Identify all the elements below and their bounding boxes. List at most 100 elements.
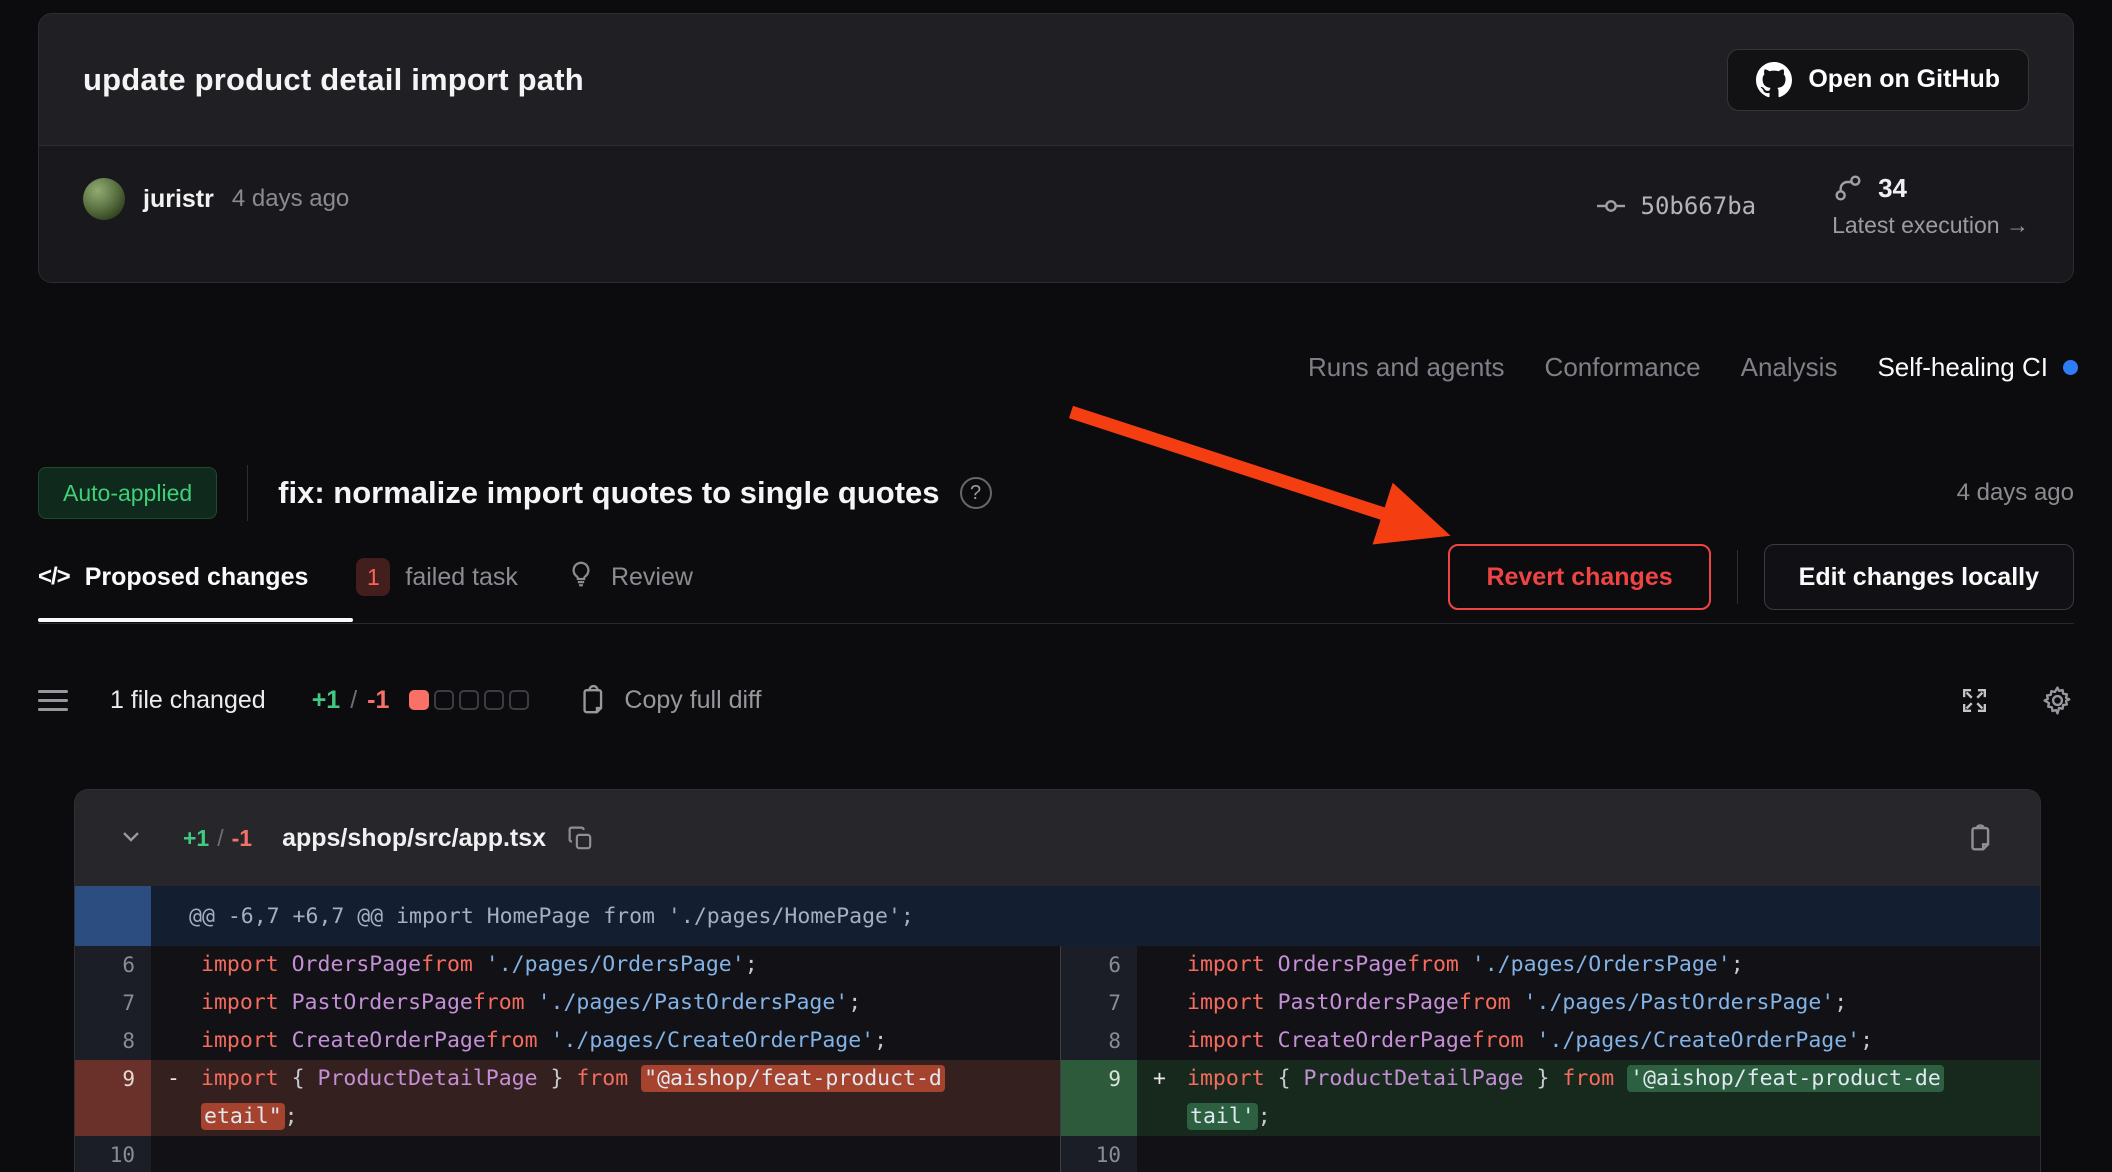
copy-path-icon[interactable] — [566, 824, 595, 853]
file-name: apps/shop/src/app.tsx — [282, 824, 546, 853]
line-number: 8 — [75, 1022, 151, 1060]
diff-pane-left: 6import OrdersPagefrom './pages/OrdersPa… — [75, 946, 1060, 1172]
diff-panes: 6import OrdersPagefrom './pages/OrdersPa… — [75, 946, 2040, 1172]
line-number: 6 — [75, 946, 151, 984]
code-line: import PastOrdersPagefrom './pages/PastO… — [151, 984, 1060, 1022]
line-number: 6 — [1061, 946, 1137, 984]
code-line — [151, 1136, 1060, 1172]
github-button-label: Open on GitHub — [1808, 65, 2000, 94]
diff-pane-right: 6import OrdersPagefrom './pages/OrdersPa… — [1060, 946, 2040, 1172]
hunk-text: @@ -6,7 +6,7 @@ import HomePage from './… — [151, 886, 2040, 946]
tab-failed-task[interactable]: 1 failed task — [356, 558, 518, 596]
code-icon: </> — [38, 563, 70, 591]
edit-changes-locally-button[interactable]: Edit changes locally — [1764, 544, 2074, 610]
top-nav: Runs and agents Conformance Analysis Sel… — [1308, 352, 2078, 383]
copy-full-diff-button[interactable]: Copy full diff — [577, 684, 761, 717]
diff-row: 6import OrdersPagefrom './pages/OrdersPa… — [1061, 946, 2040, 984]
copy-file-diff-icon[interactable] — [1964, 821, 1998, 855]
revert-changes-button[interactable]: Revert changes — [1448, 544, 1710, 610]
divider — [247, 465, 248, 521]
file-list-menu-icon[interactable] — [38, 690, 68, 711]
tab-review[interactable]: Review — [566, 559, 693, 596]
code-line: -import { ProductDetailPage } from "@ais… — [151, 1060, 1060, 1136]
lightbulb-icon — [566, 559, 596, 596]
code-line: +import { ProductDetailPage } from '@ais… — [1137, 1060, 2040, 1136]
hunk-gutter — [75, 886, 151, 946]
fix-header: Auto-applied fix: normalize import quote… — [38, 464, 2074, 522]
fix-title: fix: normalize import quotes to single q… — [278, 475, 939, 511]
change-block — [459, 690, 479, 710]
file-header[interactable]: +1 / -1 apps/shop/src/app.tsx — [75, 790, 2040, 886]
divider — [1737, 550, 1738, 604]
change-blocks — [409, 690, 529, 710]
code-line: import OrdersPagefrom './pages/OrdersPag… — [1137, 946, 2040, 984]
branch-icon — [1832, 172, 1864, 204]
diff-row: 9+import { ProductDetailPage } from '@ai… — [1061, 1060, 2040, 1136]
tab-failed-label: failed task — [405, 563, 518, 592]
file-additions: +1 — [183, 825, 209, 852]
line-number: 7 — [75, 984, 151, 1022]
change-block — [484, 690, 504, 710]
files-changed-label: 1 file changed — [110, 686, 266, 715]
nav-self-healing-ci[interactable]: Self-healing CI — [1877, 352, 2078, 383]
hunk-header: @@ -6,7 +6,7 @@ import HomePage from './… — [75, 886, 2040, 946]
github-icon — [1756, 62, 1792, 98]
code-line — [1137, 1136, 2040, 1172]
file-deletions: -1 — [232, 825, 252, 852]
line-number: 7 — [1061, 984, 1137, 1022]
nav-conformance[interactable]: Conformance — [1545, 352, 1701, 383]
diff-toolbar: 1 file changed +1 / -1 Copy full diff — [38, 664, 2074, 736]
diff-row: 10 — [75, 1136, 1060, 1172]
code-line: import OrdersPagefrom './pages/OrdersPag… — [151, 946, 1060, 984]
gear-icon[interactable] — [2041, 684, 2074, 717]
page-title: update product detail import path — [83, 62, 584, 98]
line-number: 8 — [1061, 1022, 1137, 1060]
tab-proposed-changes[interactable]: </> Proposed changes — [38, 563, 308, 592]
code-line: import CreateOrderPagefrom './pages/Crea… — [1137, 1022, 2040, 1060]
help-icon[interactable]: ? — [960, 477, 992, 509]
clipboard-icon — [577, 684, 610, 717]
fix-time: 4 days ago — [1957, 479, 2074, 507]
code-line: import PastOrdersPagefrom './pages/PastO… — [1137, 984, 2040, 1022]
commit-icon — [1595, 190, 1627, 222]
tab-proposed-label: Proposed changes — [85, 563, 309, 592]
line-number: 10 — [1061, 1136, 1137, 1172]
diff-row: 9-import { ProductDetailPage } from "@ai… — [75, 1060, 1060, 1136]
diff-row: 7import PastOrdersPagefrom './pages/Past… — [75, 984, 1060, 1022]
additions-count: +1 — [312, 686, 341, 715]
execution-count: 34 — [1878, 173, 1907, 204]
avatar — [83, 178, 125, 220]
diff-row: 10 — [1061, 1136, 2040, 1172]
latest-execution-link[interactable]: Latest execution → — [1832, 212, 2029, 239]
nav-self-healing-ci-label: Self-healing CI — [1877, 352, 2048, 383]
copy-full-diff-label: Copy full diff — [624, 686, 761, 715]
diff-row: 7import PastOrdersPagefrom './pages/Past… — [1061, 984, 2040, 1022]
tab-row: </> Proposed changes 1 failed task Revie… — [38, 542, 2074, 612]
active-tab-underline — [38, 618, 353, 622]
code-line: import CreateOrderPagefrom './pages/Crea… — [151, 1022, 1060, 1060]
change-block — [509, 690, 529, 710]
notification-dot — [2063, 360, 2078, 375]
commit-hash-text: 50b667ba — [1641, 192, 1757, 220]
expand-icon[interactable] — [1958, 684, 1991, 717]
divider — [38, 623, 2074, 624]
nav-analysis[interactable]: Analysis — [1741, 352, 1838, 383]
diff-marker: + — [1153, 1060, 1166, 1098]
nav-runs-and-agents[interactable]: Runs and agents — [1308, 352, 1505, 383]
deletions-count: -1 — [367, 686, 389, 715]
line-number: 9 — [1061, 1060, 1137, 1136]
stats-slash: / — [350, 686, 357, 715]
open-on-github-button[interactable]: Open on GitHub — [1727, 49, 2029, 111]
failed-count-badge: 1 — [356, 558, 390, 596]
chevron-down-icon[interactable] — [117, 822, 145, 855]
author-name: juristr — [143, 185, 214, 214]
diff-row: 6import OrdersPagefrom './pages/OrdersPa… — [75, 946, 1060, 984]
diff-row: 8import CreateOrderPagefrom './pages/Cre… — [1061, 1022, 2040, 1060]
diff-marker: - — [167, 1060, 180, 1098]
line-number: 9 — [75, 1060, 151, 1136]
file-stats-slash: / — [217, 825, 223, 852]
commit-card: update product detail import path Open o… — [38, 13, 2074, 283]
page: update product detail import path Open o… — [0, 0, 2112, 1172]
commit-hash[interactable]: 50b667ba — [1595, 172, 1757, 239]
line-number: 10 — [75, 1136, 151, 1172]
